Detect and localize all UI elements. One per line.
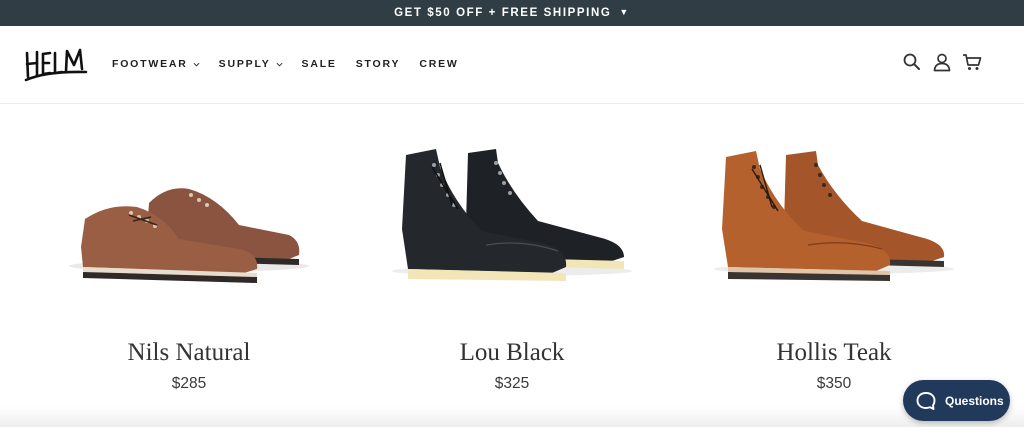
nav-story[interactable]: STORY (356, 58, 401, 70)
cart-icon[interactable] (962, 52, 982, 72)
nav-crew[interactable]: CREW (419, 58, 458, 70)
nav-sale[interactable]: SALE (302, 58, 337, 70)
chevron-down-icon (193, 61, 200, 68)
header-actions (902, 52, 992, 72)
chat-bubble-icon (915, 390, 937, 412)
promo-text: GET $50 OFF + FREE SHIPPING (394, 7, 612, 19)
nav-supply[interactable]: SUPPLY (219, 58, 283, 70)
product-card[interactable]: Lou Black $325 (362, 105, 662, 405)
product-grid: Nils Natural $285 Lou Black $325 Hollis … (0, 105, 1024, 427)
nav-crew-label: CREW (419, 58, 459, 70)
helm-logo[interactable] (24, 47, 88, 83)
product-name[interactable]: Hollis Teak (684, 339, 984, 367)
product-image[interactable] (39, 133, 339, 283)
questions-chat-button[interactable]: Questions (903, 380, 1010, 421)
nav-sale-label: SALE (301, 58, 337, 70)
product-price: $285 (171, 375, 207, 392)
boot-graphic (392, 149, 632, 281)
nav-footwear[interactable]: FOOTWEAR (112, 58, 200, 70)
search-icon[interactable] (902, 52, 922, 72)
product-name[interactable]: Nils Natural (39, 339, 339, 367)
oxford-shoe-graphic (69, 188, 309, 283)
product-image[interactable] (362, 133, 662, 283)
questions-label: Questions (945, 393, 1004, 408)
nav-footwear-label: FOOTWEAR (112, 58, 188, 70)
nav-supply-label: SUPPLY (218, 58, 271, 70)
product-image[interactable] (684, 133, 984, 283)
main-nav: FOOTWEAR SUPPLY SALE STORY CREW (112, 58, 478, 70)
caret-down-icon: ▼ (619, 7, 630, 17)
site-header: FOOTWEAR SUPPLY SALE STORY CREW (0, 26, 1024, 104)
product-card[interactable]: Nils Natural $285 (39, 105, 339, 405)
promo-banner[interactable]: GET $50 OFF + FREE SHIPPING ▼ (0, 0, 1024, 26)
product-price: $325 (494, 375, 530, 392)
product-card[interactable]: Hollis Teak $350 (684, 105, 984, 405)
product-name[interactable]: Lou Black (362, 339, 662, 367)
nav-story-label: STORY (355, 58, 401, 70)
chevron-down-icon (276, 61, 283, 68)
account-icon[interactable] (932, 52, 952, 72)
boot-graphic (714, 151, 954, 281)
